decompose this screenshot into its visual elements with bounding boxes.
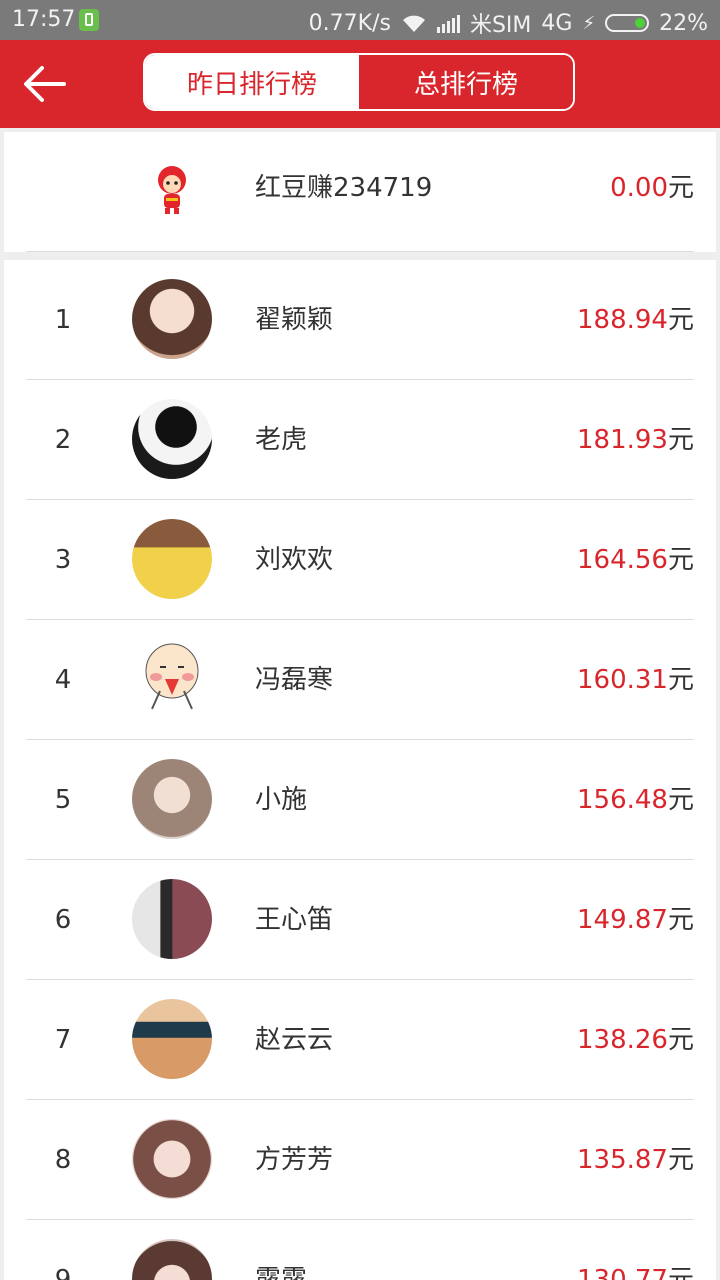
back-arrow-icon[interactable] <box>20 62 68 106</box>
user-name: 王心笛 <box>255 905 334 935</box>
earnings-amount: 135.87元 <box>577 1100 694 1220</box>
earnings-unit: 元 <box>667 1025 694 1055</box>
my-ranking-card: 红豆赚234719 0.00元 <box>4 132 716 252</box>
avatar <box>132 519 212 599</box>
earnings-amount: 130.77元 <box>577 1220 694 1280</box>
earnings-value: 160.31 <box>577 665 668 695</box>
earnings-amount: 160.31元 <box>577 620 694 740</box>
earnings-value: 181.93 <box>577 425 668 455</box>
earnings-value: 156.48 <box>577 785 668 815</box>
battery-percent: 22% <box>659 10 708 36</box>
earnings-value: 149.87 <box>577 905 668 935</box>
leaderboard-row[interactable]: 5 小施 156.48元 <box>26 740 694 860</box>
leaderboard-row[interactable]: 7 赵云云 138.26元 <box>26 980 694 1100</box>
mascot-avatar-icon <box>158 166 186 214</box>
avatar <box>132 399 212 479</box>
status-right-cluster: 0.77K/s 米SIM 4G ⚡ 22% <box>309 7 708 39</box>
rank-number: 4 <box>54 665 72 695</box>
avatar <box>132 1239 212 1280</box>
user-name: 翟颖颖 <box>255 305 334 335</box>
earnings-amount: 164.56元 <box>577 500 694 620</box>
signal-icon <box>436 13 460 33</box>
user-name: 方芳芳 <box>255 1145 334 1175</box>
leaderboard-row[interactable]: 9 露露 130.77元 <box>26 1220 694 1280</box>
earnings-amount: 149.87元 <box>577 860 694 980</box>
earnings-value: 135.87 <box>577 1145 668 1175</box>
my-amount-unit: 元 <box>667 173 694 203</box>
app-notification-icon <box>79 9 99 31</box>
avatar <box>132 759 212 839</box>
rank-number: 7 <box>54 1025 72 1055</box>
tab-yesterday-ranking[interactable]: 昨日排行榜 <box>145 55 359 109</box>
cartoon-face-icon <box>145 643 199 710</box>
rank-number: 6 <box>54 905 72 935</box>
earnings-amount: 181.93元 <box>577 380 694 500</box>
battery-icon <box>605 14 650 32</box>
earnings-value: 138.26 <box>577 1025 668 1055</box>
earnings-value: 130.77 <box>577 1265 668 1280</box>
earnings-unit: 元 <box>667 545 694 575</box>
earnings-unit: 元 <box>667 1145 694 1175</box>
my-amount-value: 0.00 <box>610 173 668 203</box>
earnings-amount: 188.94元 <box>577 260 694 380</box>
earnings-amount: 156.48元 <box>577 740 694 860</box>
leaderboard-row[interactable]: 6 王心笛 149.87元 <box>26 860 694 980</box>
avatar <box>132 279 212 359</box>
user-name: 赵云云 <box>255 1025 334 1055</box>
user-name: 露露 <box>255 1265 308 1280</box>
rank-number: 1 <box>54 305 72 335</box>
rank-number: 5 <box>54 785 72 815</box>
leaderboard-row[interactable]: 1 翟颖颖 188.94元 <box>26 260 694 380</box>
avatar <box>132 879 212 959</box>
leaderboard-row[interactable]: 2 老虎 181.93元 <box>26 380 694 500</box>
tab-total-ranking[interactable]: 总排行榜 <box>359 55 573 109</box>
leaderboard-row[interactable]: 4 冯磊寒 160.31元 <box>26 620 694 740</box>
earnings-unit: 元 <box>667 905 694 935</box>
rank-number: 8 <box>54 1145 72 1175</box>
earnings-unit: 元 <box>667 425 694 455</box>
wifi-icon <box>402 15 425 32</box>
top-bar: 昨日排行榜 总排行榜 <box>0 40 720 128</box>
earnings-amount: 138.26元 <box>577 980 694 1100</box>
leaderboard-row[interactable]: 8 方芳芳 135.87元 <box>26 1100 694 1220</box>
user-name: 小施 <box>255 785 308 815</box>
ranking-tabs: 昨日排行榜 总排行榜 <box>143 53 575 111</box>
carrier-label: 米SIM <box>469 13 532 38</box>
charging-icon: ⚡ <box>582 12 596 34</box>
user-name: 老虎 <box>255 425 308 455</box>
earnings-unit: 元 <box>667 305 694 335</box>
avatar <box>132 999 212 1079</box>
earnings-unit: 元 <box>667 1265 694 1280</box>
status-bar: 17:57 0.77K/s 米SIM 4G ⚡ 22% <box>0 0 720 40</box>
earnings-unit: 元 <box>667 665 694 695</box>
status-time: 17:57 <box>12 7 76 32</box>
user-name: 冯磊寒 <box>255 665 334 695</box>
leaderboard-list: 1 翟颖颖 188.94元 2 老虎 181.93元 3 刘欢欢 164.56元… <box>4 260 716 1280</box>
rank-number: 3 <box>54 545 72 575</box>
rank-number: 9 <box>54 1265 72 1280</box>
my-amount: 0.00元 <box>610 132 694 244</box>
leaderboard-row[interactable]: 3 刘欢欢 164.56元 <box>26 500 694 620</box>
avatar <box>132 639 212 719</box>
earnings-value: 188.94 <box>577 305 668 335</box>
avatar <box>132 1119 212 1199</box>
net-speed: 0.77K/s <box>308 10 391 36</box>
my-username: 红豆赚234719 <box>255 173 433 203</box>
network-type: 4G <box>541 10 573 36</box>
user-name: 刘欢欢 <box>255 545 334 575</box>
divider <box>26 251 694 252</box>
rank-number: 2 <box>54 425 72 455</box>
earnings-unit: 元 <box>667 785 694 815</box>
earnings-value: 164.56 <box>577 545 668 575</box>
